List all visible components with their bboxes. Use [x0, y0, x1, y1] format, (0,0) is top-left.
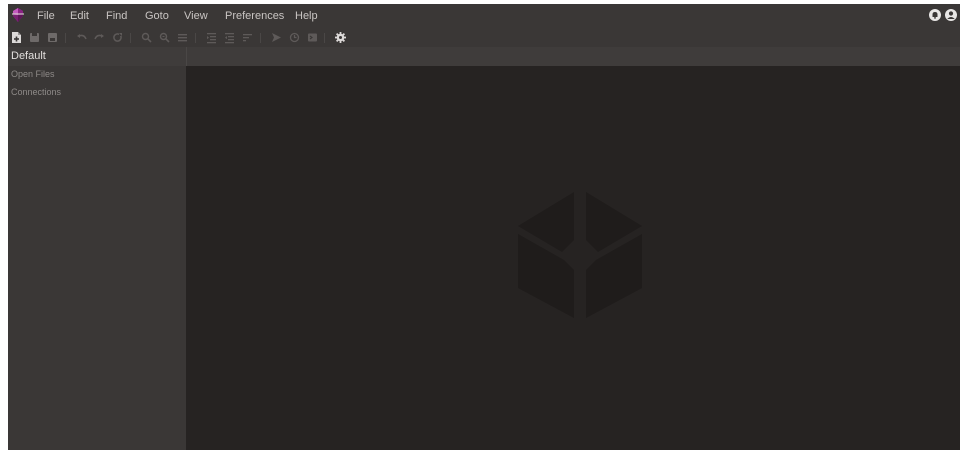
refresh-icon[interactable] — [111, 31, 124, 44]
main-editor-area — [186, 66, 960, 450]
menu-goto[interactable]: Goto — [145, 9, 169, 23]
undo-icon[interactable] — [75, 31, 88, 44]
menu-find[interactable]: Find — [106, 9, 127, 23]
menu-help[interactable]: Help — [295, 9, 318, 23]
find-icon[interactable] — [140, 31, 153, 44]
sidebar-item-open-files[interactable]: Open Files — [11, 69, 55, 80]
save-icon[interactable] — [28, 31, 41, 44]
outdent-icon[interactable] — [223, 31, 236, 44]
toolbar — [8, 28, 960, 47]
new-file-icon[interactable] — [10, 31, 23, 44]
tab-bar: Default — [8, 47, 960, 66]
save-all-icon[interactable] — [46, 31, 59, 44]
toolbar-separator — [260, 33, 261, 43]
cube-logo-icon — [518, 192, 642, 318]
settings-icon[interactable] — [334, 31, 347, 44]
terminal-icon[interactable] — [306, 31, 319, 44]
app-window: File Edit Find Goto View Preferences Hel… — [8, 4, 960, 450]
notifications-icon[interactable] — [928, 8, 942, 22]
menubar: File Edit Find Goto View Preferences Hel… — [8, 4, 960, 28]
menu-preferences[interactable]: Preferences — [225, 9, 284, 23]
format-icon[interactable] — [241, 31, 254, 44]
sidebar-item-connections[interactable]: Connections — [11, 87, 61, 98]
indent-icon[interactable] — [205, 31, 218, 44]
menu-view[interactable]: View — [184, 9, 208, 23]
toolbar-separator — [195, 33, 196, 43]
menu-file[interactable]: File — [37, 9, 55, 23]
toolbar-separator — [65, 33, 66, 43]
run-icon[interactable] — [270, 31, 283, 44]
toolbar-separator — [130, 33, 131, 43]
purple-gem-logo-icon — [12, 8, 24, 22]
tab-default[interactable]: Default — [8, 47, 187, 66]
history-icon[interactable] — [288, 31, 301, 44]
list-icon[interactable] — [176, 31, 189, 44]
sidebar: Open Files Connections — [8, 66, 186, 450]
toolbar-separator — [324, 33, 325, 43]
redo-icon[interactable] — [93, 31, 106, 44]
tab-label: Default — [11, 50, 46, 62]
user-account-icon[interactable] — [944, 8, 958, 22]
find-replace-icon[interactable] — [158, 31, 171, 44]
menu-edit[interactable]: Edit — [70, 9, 89, 23]
